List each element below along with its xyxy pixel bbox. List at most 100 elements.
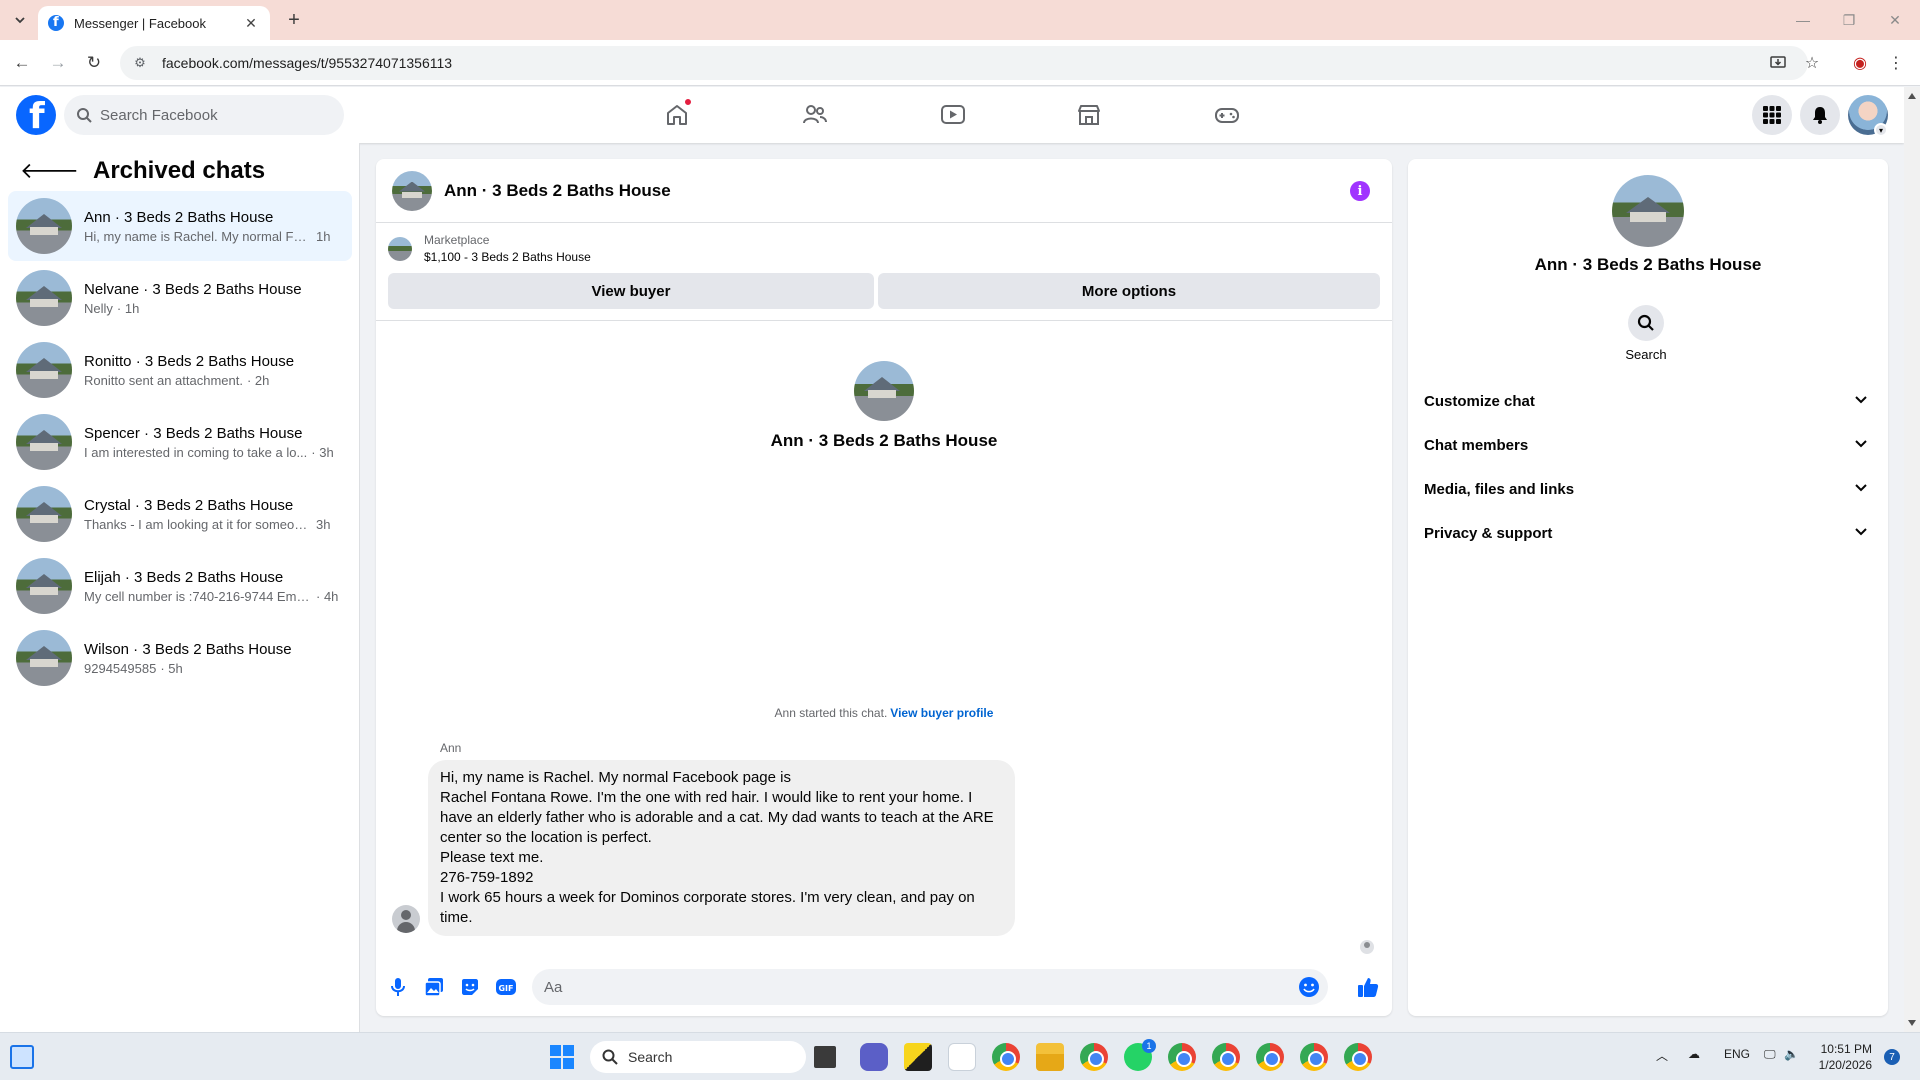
message-input-box[interactable] (532, 969, 1328, 1005)
onedrive-offline-icon[interactable]: ☁ (1688, 1047, 1700, 1061)
chat-item-crystal[interactable]: Crystal · 3 Beds 2 Baths House Thanks - … (8, 479, 352, 549)
notifications-button[interactable] (1800, 95, 1840, 135)
scroll-down-arrow-icon[interactable] (1908, 1020, 1916, 1026)
chrome-profile-icon[interactable] (1300, 1043, 1328, 1071)
chat-preview: Thanks - I am looking at it for someon..… (84, 516, 312, 532)
photo-icon[interactable] (422, 975, 446, 999)
install-app-icon[interactable] (1766, 51, 1790, 75)
new-tab-button[interactable]: + (282, 8, 306, 32)
message-line: Hi, my name is Rachel. My normal Faceboo… (440, 769, 791, 786)
volume-icon[interactable]: 🔈 (1784, 1047, 1799, 1061)
message-bubble[interactable]: Hi, my name is Rachel. My normal Faceboo… (428, 760, 1015, 936)
details-avatar[interactable] (1612, 175, 1684, 247)
gif-icon[interactable]: GIF (494, 975, 518, 999)
task-view-icon[interactable] (814, 1046, 836, 1068)
section-chat-members[interactable]: Chat members (1424, 423, 1872, 467)
profile-icon[interactable]: ◉ (1848, 51, 1872, 75)
marketplace-listing[interactable]: Marketplace $1,100 - 3 Beds 2 Baths Hous… (388, 233, 591, 264)
like-thumb-icon[interactable] (1356, 975, 1380, 999)
address-bar[interactable]: ⚙ facebook.com/messages/t/95532740713561… (120, 46, 1808, 80)
chat-item-ann[interactable]: Ann · 3 Beds 2 Baths House Hi, my name i… (8, 191, 352, 261)
start-button[interactable] (550, 1045, 574, 1069)
facebook-search[interactable] (64, 95, 344, 135)
chrome-profile-icon[interactable] (1344, 1043, 1372, 1071)
intro-avatar (854, 361, 914, 421)
network-icon[interactable]: 🖵 (1764, 1047, 1776, 1062)
facebook-logo-icon[interactable]: f (16, 95, 56, 135)
back-button[interactable]: ← (10, 51, 34, 75)
section-privacy-support[interactable]: Privacy & support (1424, 511, 1872, 555)
restore-button[interactable]: ❐ (1826, 0, 1872, 40)
forward-button[interactable]: → (46, 51, 70, 75)
menu-grid-button[interactable] (1752, 95, 1792, 135)
chat-item-ronitto[interactable]: Ronitto · 3 Beds 2 Baths House Ronitto s… (8, 335, 352, 405)
browser-menu-icon[interactable]: ⋮ (1884, 51, 1908, 75)
reload-button[interactable]: ↻ (82, 51, 106, 75)
view-buyer-button[interactable]: View buyer (388, 273, 874, 309)
snipping-tool-icon[interactable] (948, 1043, 976, 1071)
whatsapp-icon[interactable]: 1 (1124, 1039, 1156, 1071)
chat-preview: My cell number is :740-216-9744 Ema... (84, 588, 312, 604)
section-label: Privacy & support (1424, 524, 1553, 542)
chrome-profile-icon[interactable] (1256, 1043, 1284, 1071)
message-input[interactable] (544, 978, 1284, 996)
show-hidden-icons-chevron-icon[interactable]: ︿ (1656, 1047, 1668, 1064)
sticky-notes-icon[interactable] (904, 1043, 932, 1071)
message-sender: Ann (440, 741, 462, 755)
teams-icon[interactable] (860, 1043, 888, 1071)
emoji-icon[interactable] (1298, 976, 1320, 1003)
bookmark-star-icon[interactable]: ☆ (1800, 51, 1824, 75)
chat-item-spencer[interactable]: Spencer · 3 Beds 2 Baths House I am inte… (8, 407, 352, 477)
section-media-files-links[interactable]: Media, files and links (1424, 467, 1872, 511)
conversation-title[interactable]: Ann · 3 Beds 2 Baths House (444, 181, 671, 201)
nav-home[interactable] (622, 87, 732, 143)
account-chevron-icon[interactable]: ▾ (1874, 123, 1888, 137)
nav-video[interactable] (898, 87, 1008, 143)
conversation-avatar[interactable] (392, 170, 432, 211)
tab-close-icon[interactable]: ✕ (242, 15, 260, 32)
sender-avatar[interactable] (392, 905, 420, 933)
chrome-profile-icon[interactable] (1212, 1043, 1240, 1071)
sticker-icon[interactable] (458, 975, 482, 999)
marketplace-icon (1078, 105, 1100, 125)
site-settings-icon[interactable]: ⚙ (132, 55, 148, 71)
browser-tab-messenger[interactable]: Messenger | Facebook ✕ (38, 6, 270, 40)
tab-title: Messenger | Facebook (74, 15, 206, 31)
nav-marketplace[interactable] (1034, 87, 1144, 143)
sidebar-title: Archived chats (93, 157, 266, 184)
nav-gaming[interactable] (1172, 87, 1282, 143)
widgets-icon[interactable] (10, 1045, 34, 1069)
tab-search-chevron-icon[interactable] (8, 8, 32, 32)
language-indicator[interactable]: ENG (1724, 1047, 1750, 1061)
chrome-icon[interactable] (992, 1043, 1020, 1071)
chat-item-elijah[interactable]: Elijah · 3 Beds 2 Baths House My cell nu… (8, 551, 352, 621)
microphone-icon[interactable] (386, 975, 410, 999)
chrome-profile-icon[interactable] (1168, 1043, 1196, 1071)
chat-item-nelvane[interactable]: Nelvane · 3 Beds 2 Baths House Nelly · 1h (8, 263, 352, 333)
section-customize-chat[interactable]: Customize chat (1424, 379, 1872, 423)
nav-friends[interactable] (760, 87, 870, 143)
page-scrollbar[interactable] (1904, 87, 1920, 1032)
section-label: Chat members (1424, 436, 1529, 454)
chat-name: Nelvane · 3 Beds 2 Baths House (84, 280, 302, 298)
taskbar-clock[interactable]: 10:51 PM 1/20/2026 (1808, 1041, 1872, 1073)
details-search-button[interactable] (1628, 305, 1664, 341)
more-options-button[interactable]: More options (878, 273, 1380, 309)
back-arrow-icon[interactable]: 🡐 (20, 158, 79, 184)
intro-name: Ann · 3 Beds 2 Baths House (770, 431, 998, 450)
listing-thumbnail (16, 630, 72, 686)
notification-count-badge[interactable]: 7 (1884, 1049, 1900, 1065)
file-explorer-icon[interactable] (1036, 1043, 1064, 1071)
listing-thumbnail (16, 342, 72, 398)
chat-item-wilson[interactable]: Wilson · 3 Beds 2 Baths House 9294549585… (8, 623, 352, 693)
listing-thumbnail (16, 414, 72, 470)
minimize-button[interactable]: — (1780, 0, 1826, 40)
close-window-button[interactable]: ✕ (1872, 0, 1918, 40)
scroll-up-arrow-icon[interactable] (1908, 93, 1916, 99)
info-icon[interactable]: i (1350, 181, 1370, 201)
conversation-header: Ann · 3 Beds 2 Baths House i (376, 159, 1392, 223)
facebook-search-input[interactable] (100, 106, 320, 124)
view-buyer-profile-link[interactable]: View buyer profile (890, 706, 993, 720)
chrome-profile-icon[interactable] (1080, 1043, 1108, 1071)
taskbar-search[interactable]: Search (590, 1041, 806, 1073)
